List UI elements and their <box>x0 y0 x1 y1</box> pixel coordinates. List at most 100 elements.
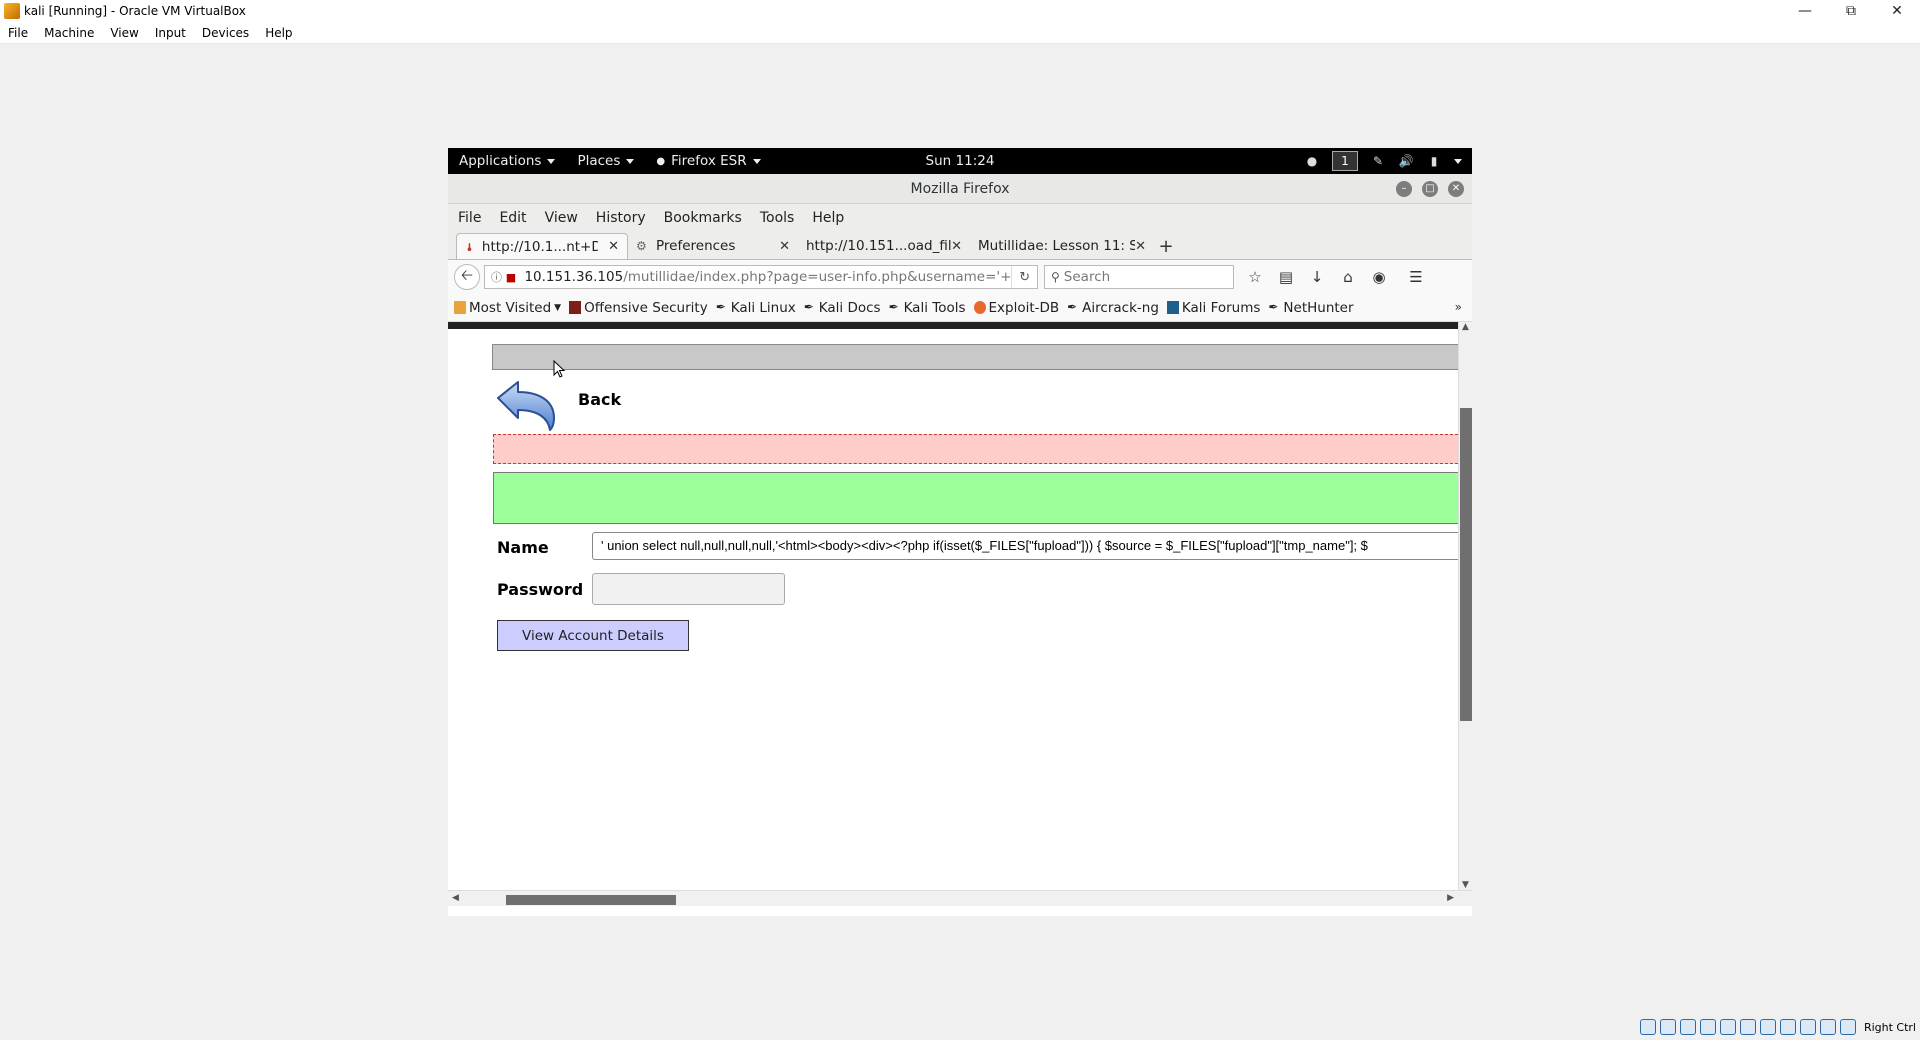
kali-dragon-icon: ✒ <box>1268 300 1279 314</box>
bookmark-most-visited[interactable]: Most Visited ▼ <box>454 300 561 316</box>
home-icon[interactable]: ⌂ <box>1339 268 1357 286</box>
vbox-menu-file[interactable]: File <box>0 26 36 40</box>
back-label: Back <box>578 389 622 409</box>
vbox-menu-help[interactable]: Help <box>257 26 300 40</box>
password-input[interactable] <box>592 573 785 605</box>
display-icon[interactable] <box>1759 1019 1776 1035</box>
pen-icon[interactable]: ✎ <box>1370 154 1386 168</box>
horizontal-scrollbar[interactable]: ◀ ▶ <box>448 890 1472 906</box>
vbox-statusbar: Right Ctrl <box>0 1014 1920 1040</box>
scroll-right-icon[interactable]: ▶ <box>1447 893 1454 903</box>
chevron-down-icon[interactable] <box>1454 158 1462 164</box>
view-account-details-button[interactable]: View Account Details <box>497 620 689 651</box>
minimize-icon[interactable]: – <box>1396 181 1412 197</box>
reading-list-icon[interactable]: ▤ <box>1277 268 1295 286</box>
pocket-icon[interactable]: ◉ <box>1370 268 1388 286</box>
bookmark-kali-docs[interactable]: ✒ Kali Docs <box>804 300 881 316</box>
menu-bookmarks[interactable]: Bookmarks <box>655 210 751 226</box>
bookmark-label: Kali Tools <box>903 299 966 316</box>
close-tab-icon[interactable]: ✕ <box>1135 239 1146 254</box>
scroll-up-icon[interactable]: ▲ <box>1462 322 1469 332</box>
host-key-arrow-icon[interactable] <box>1839 1019 1856 1035</box>
vbox-menu-devices[interactable]: Devices <box>194 26 257 40</box>
reload-icon[interactable]: ↻ <box>1011 266 1037 288</box>
network-icon[interactable] <box>1699 1019 1716 1035</box>
chevron-down-icon <box>626 158 635 164</box>
search-box[interactable]: ⚲ Search <box>1044 265 1234 289</box>
info-icon[interactable]: ⓘ <box>491 269 504 285</box>
menu-edit[interactable]: Edit <box>490 210 535 226</box>
gnome-system-tray: ● 1 ✎ 🔊 ▮ <box>1304 148 1462 174</box>
vbox-menubar: File Machine View Input Devices Help <box>0 22 1920 44</box>
url-bar[interactable]: ⓘ ■ 10.151.36.105/mutillidae/index.php?p… <box>484 265 1038 289</box>
optical-drive-icon[interactable] <box>1659 1019 1676 1035</box>
volume-icon[interactable]: 🔊 <box>1398 154 1414 168</box>
page-grey-bar <box>492 344 1458 370</box>
scroll-down-icon[interactable]: ▼ <box>1462 880 1469 890</box>
cpu-icon[interactable] <box>1799 1019 1816 1035</box>
people-icon[interactable]: ● <box>1304 154 1320 168</box>
kali-dragon-icon: ✒ <box>888 300 899 314</box>
shared-folders-icon[interactable] <box>1739 1019 1756 1035</box>
thermometer-icon <box>467 242 472 251</box>
gnome-top-bar: Applications Places ● Firefox ESR Sun 11:… <box>448 148 1472 174</box>
star-icon[interactable]: ☆ <box>1246 268 1264 286</box>
places-menu[interactable]: Places <box>566 153 645 169</box>
close-tab-icon[interactable]: ✕ <box>608 239 619 254</box>
maximize-icon[interactable]: □ <box>1422 181 1438 197</box>
vbox-menu-view[interactable]: View <box>102 26 146 40</box>
vbox-menu-input[interactable]: Input <box>147 26 194 40</box>
host-key-label: Right Ctrl <box>1863 1020 1916 1034</box>
bookmarks-overflow-icon[interactable]: » <box>1455 300 1462 314</box>
back-button[interactable]: 🡠 <box>454 264 480 290</box>
bookmark-kali-forums[interactable]: Kali Forums <box>1166 300 1260 316</box>
close-tab-icon[interactable]: ✕ <box>951 239 962 254</box>
bookmark-kali-tools[interactable]: ✒ Kali Tools <box>889 300 966 316</box>
applications-menu[interactable]: Applications <box>448 153 566 169</box>
insecure-lock-icon[interactable]: ■ <box>506 271 519 284</box>
mouse-integration-icon[interactable] <box>1819 1019 1836 1035</box>
minimize-icon[interactable]: — <box>1782 0 1828 22</box>
close-icon[interactable]: ✕ <box>1448 181 1464 197</box>
bookmark-nethunter[interactable]: ✒ NetHunter <box>1268 300 1353 316</box>
folder-icon <box>454 301 466 314</box>
name-input[interactable]: ' union select null,null,null,null,'<htm… <box>592 532 1458 560</box>
close-tab-icon[interactable]: ✕ <box>779 239 790 254</box>
vbox-menu-machine[interactable]: Machine <box>36 26 102 40</box>
bookmark-kali-linux[interactable]: ✒ Kali Linux <box>716 300 796 316</box>
audio-icon[interactable] <box>1679 1019 1696 1035</box>
menu-file[interactable]: File <box>448 210 490 226</box>
vertical-scrollbar[interactable]: ▲ ▼ <box>1458 322 1472 890</box>
new-tab-button[interactable]: + <box>1154 233 1178 259</box>
scroll-left-icon[interactable]: ◀ <box>452 893 459 903</box>
kali-dragon-icon: ✒ <box>803 300 814 314</box>
horizontal-scroll-thumb[interactable] <box>506 895 676 905</box>
bookmark-aircrack-ng[interactable]: ✒ Aircrack-ng <box>1067 300 1159 316</box>
tab-mutillidae-lesson[interactable]: Mutillidae: Lesson 11: SQ... ✕ <box>970 233 1154 259</box>
video-capture-icon[interactable] <box>1779 1019 1796 1035</box>
tab-preferences[interactable]: ⚙ Preferences ✕ <box>628 233 798 259</box>
workspace-indicator[interactable]: 1 <box>1332 151 1358 171</box>
tab-upload-file[interactable]: http://10.151...oad_file.php ✕ <box>798 233 970 259</box>
tab-user-info[interactable]: http://10.1...nt+Details ✕ <box>456 233 628 259</box>
close-icon[interactable]: ✕ <box>1874 0 1920 22</box>
menu-view[interactable]: View <box>536 210 587 226</box>
hamburger-menu-icon[interactable]: ☰ <box>1407 268 1425 286</box>
harddisk-icon[interactable] <box>1639 1019 1656 1035</box>
menu-history[interactable]: History <box>587 210 655 226</box>
download-icon[interactable]: ↓ <box>1308 268 1326 286</box>
restore-icon[interactable]: ⧉ <box>1828 0 1874 22</box>
menu-tools[interactable]: Tools <box>751 210 804 226</box>
bookmark-exploit-db[interactable]: Exploit-DB <box>973 300 1059 316</box>
url-host: 10.151.36.105 <box>524 269 624 285</box>
offsec-icon <box>569 301 582 314</box>
menu-help[interactable]: Help <box>803 210 853 226</box>
password-label: Password <box>497 580 584 599</box>
back-link[interactable]: Back <box>496 378 621 432</box>
vertical-scroll-thumb[interactable] <box>1460 408 1472 721</box>
bookmarks-toolbar: Most Visited ▼ Offensive Security ✒ Kali L… <box>448 294 1472 322</box>
usb-icon[interactable] <box>1719 1019 1736 1035</box>
bookmark-offensive-security[interactable]: Offensive Security <box>569 300 708 316</box>
firefox-app-menu[interactable]: ● Firefox ESR <box>645 153 771 169</box>
power-icon[interactable]: ▮ <box>1426 154 1442 168</box>
